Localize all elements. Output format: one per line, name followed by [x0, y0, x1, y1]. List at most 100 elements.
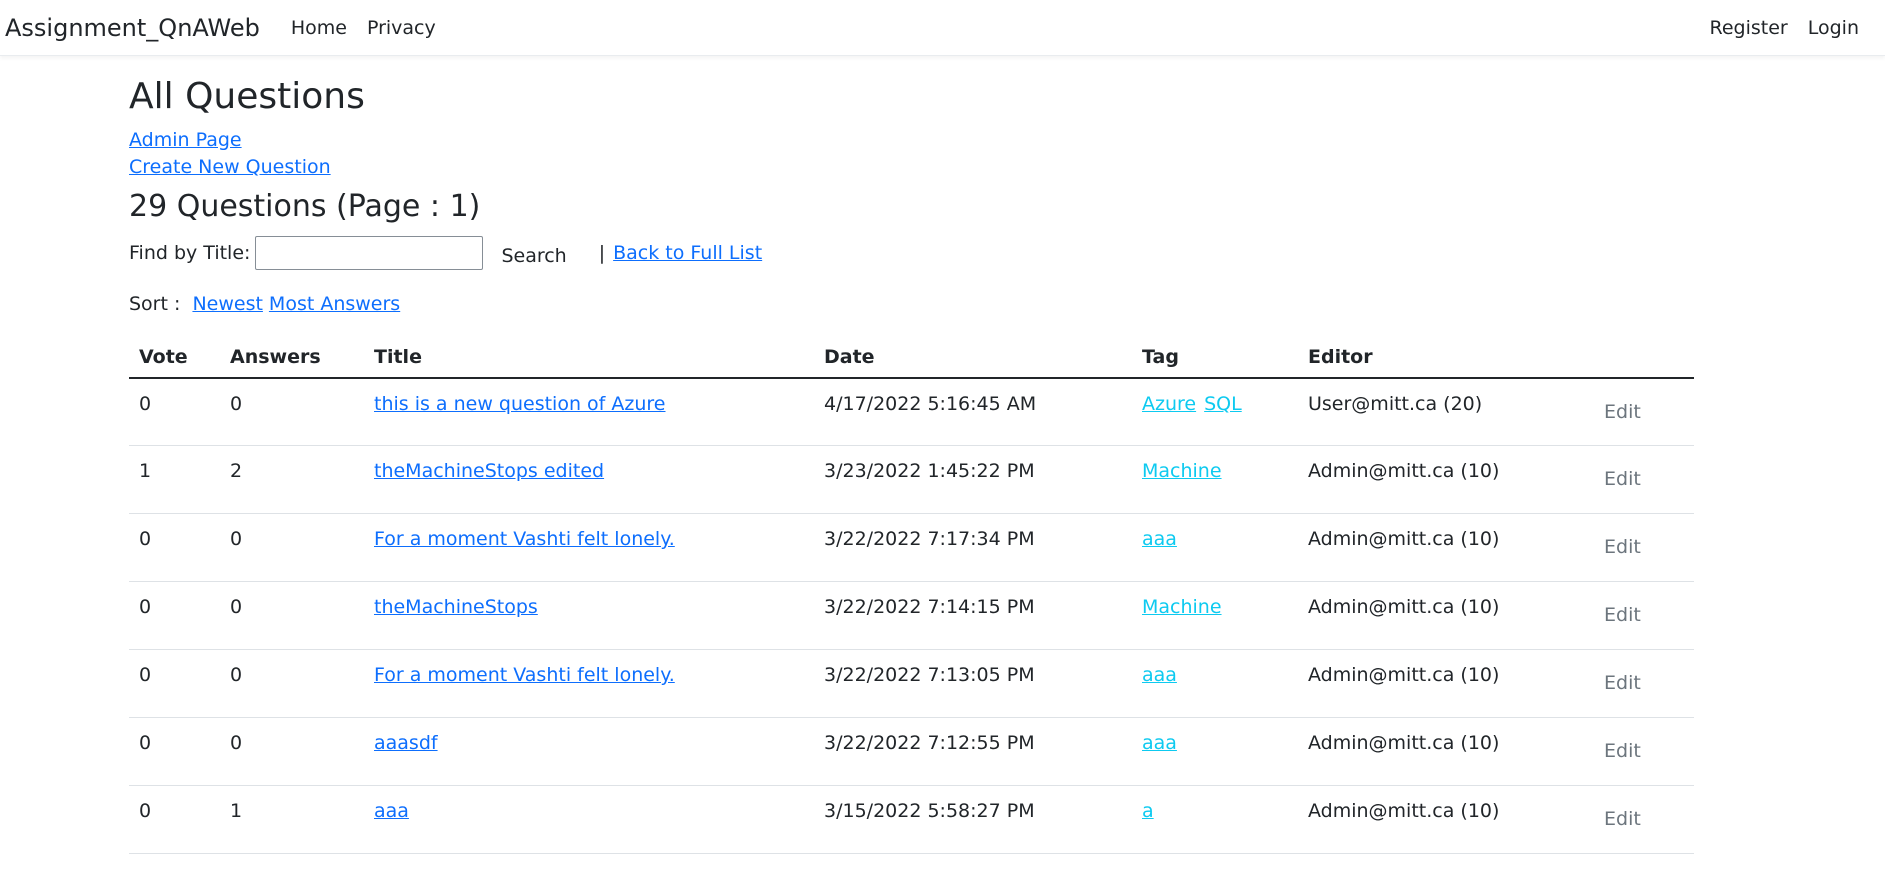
nav-right: Register Login: [1690, 17, 1860, 39]
table-row: 0 0 For a moment Vashti felt lonely. 3/22/2…: [129, 513, 1694, 583]
table-row: 0 0 this is a new question of Azure 4/17/20…: [129, 377, 1694, 447]
edit-link[interactable]: Edit: [1604, 740, 1641, 762]
tag-link[interactable]: aaa: [1142, 732, 1177, 754]
date-cell: 4/17/2022 5:16:45 AM: [814, 377, 1132, 447]
header-date[interactable]: Date: [814, 336, 1132, 379]
header-answers[interactable]: Answers: [220, 336, 364, 379]
edit-cell: Edit: [1594, 581, 1694, 651]
edit-link[interactable]: Edit: [1604, 468, 1641, 490]
header-actions: [1594, 336, 1694, 379]
brand-link[interactable]: Assignment_QnAWeb: [5, 14, 260, 42]
title-cell: this is a new question of Azure: [364, 377, 814, 447]
tag-cell: Machine: [1132, 581, 1298, 651]
nav-privacy-link[interactable]: Privacy: [367, 17, 436, 39]
top-navbar: Assignment_QnAWeb Home Privacy Register …: [0, 0, 1885, 56]
answers-cell: 0: [220, 717, 364, 787]
table-row: 0 0 theMachineStops 3/22/2022 7:14:15 PM Mac…: [129, 581, 1694, 651]
editor-cell: User@mitt.ca (20): [1298, 377, 1594, 447]
header-title[interactable]: Title: [364, 336, 814, 379]
question-title-link[interactable]: theMachineStops edited: [374, 460, 604, 482]
tag-cell: aaa: [1132, 717, 1298, 787]
editor-cell: Admin@mitt.ca (10): [1298, 649, 1594, 719]
date-cell: 3/22/2022 7:17:34 PM: [814, 513, 1132, 583]
answers-cell: 0: [220, 513, 364, 583]
create-question-link[interactable]: Create New Question: [129, 154, 1749, 181]
questions-table: Vote Answers Title Date Tag Editor 0 0 thi…: [129, 336, 1694, 855]
question-title-link[interactable]: For a moment Vashti felt lonely.: [374, 528, 675, 550]
answers-cell: 0: [220, 649, 364, 719]
question-title-link[interactable]: For a moment Vashti felt lonely.: [374, 664, 675, 686]
nav-left: Home Privacy: [291, 17, 456, 39]
table-row: 0 1 aaa 3/15/2022 5:58:27 PM a Admin@mitt.ca …: [129, 785, 1694, 855]
tag-link[interactable]: SQL: [1204, 393, 1242, 415]
title-cell: theMachineStops: [364, 581, 814, 651]
answers-cell: 0: [220, 377, 364, 447]
tag-cell: Machine: [1132, 445, 1298, 515]
nav-register-link[interactable]: Register: [1710, 17, 1788, 39]
edit-link[interactable]: Edit: [1604, 536, 1641, 558]
sort-label: Sort :: [129, 292, 181, 315]
vote-cell: 0: [129, 513, 220, 583]
tag-link[interactable]: aaa: [1142, 664, 1177, 686]
date-cell: 3/22/2022 7:14:15 PM: [814, 581, 1132, 651]
nav-login-link[interactable]: Login: [1808, 17, 1859, 39]
vote-cell: 0: [129, 785, 220, 855]
header-vote[interactable]: Vote: [129, 336, 220, 379]
tag-cell: aaa: [1132, 649, 1298, 719]
header-editor[interactable]: Editor: [1298, 336, 1594, 379]
tag-link[interactable]: Azure: [1142, 393, 1196, 415]
page-title: All Questions: [129, 76, 365, 117]
table-row: 0 0 aaasdf 3/22/2022 7:12:55 PM aaa Admin@mit…: [129, 717, 1694, 787]
search-input[interactable]: [255, 235, 484, 270]
tag-link[interactable]: Machine: [1142, 596, 1222, 618]
vote-cell: 0: [129, 717, 220, 787]
tag-link[interactable]: Machine: [1142, 460, 1222, 482]
title-cell: For a moment Vashti felt lonely.: [364, 513, 814, 583]
edit-cell: Edit: [1594, 513, 1694, 583]
answers-cell: 1: [220, 785, 364, 855]
sort-newest-link[interactable]: Newest: [192, 293, 262, 315]
question-title-link[interactable]: this is a new question of Azure: [374, 393, 666, 415]
search-form: Find by Title: Search | Back to Full Lis…: [129, 233, 1749, 273]
question-title-link[interactable]: theMachineStops: [374, 596, 538, 618]
edit-link[interactable]: Edit: [1604, 604, 1641, 626]
question-title-link[interactable]: aaasdf: [374, 732, 438, 754]
vote-cell: 0: [129, 377, 220, 447]
table-header-row: Vote Answers Title Date Tag Editor: [129, 336, 1694, 379]
answers-cell: 2: [220, 445, 364, 515]
date-cell: 3/23/2022 1:45:22 PM: [814, 445, 1132, 515]
nav-home-link[interactable]: Home: [291, 17, 347, 39]
question-title-link[interactable]: aaa: [374, 800, 409, 822]
vote-cell: 0: [129, 581, 220, 651]
date-cell: 3/15/2022 5:58:27 PM: [814, 785, 1132, 855]
date-cell: 3/22/2022 7:13:05 PM: [814, 649, 1132, 719]
edit-link[interactable]: Edit: [1604, 672, 1641, 694]
table-row: 1 2 theMachineStops edited 3/23/2022 1:45:2…: [129, 445, 1694, 515]
tag-cell: aaa: [1132, 513, 1298, 583]
search-button[interactable]: Search: [501, 245, 566, 267]
main-content: All Questions Admin Page Create New Ques…: [129, 55, 1749, 855]
header-tag[interactable]: Tag: [1132, 336, 1298, 379]
tag-link[interactable]: a: [1142, 800, 1154, 822]
title-cell: aaasdf: [364, 717, 814, 787]
sort-most-answers-link[interactable]: Most Answers: [269, 293, 400, 315]
tag-cell: Azure SQL: [1132, 377, 1298, 447]
admin-page-link[interactable]: Admin Page: [129, 127, 1749, 154]
edit-cell: Edit: [1594, 377, 1694, 447]
edit-cell: Edit: [1594, 785, 1694, 855]
date-cell: 3/22/2022 7:12:55 PM: [814, 717, 1132, 787]
title-cell: theMachineStops edited: [364, 445, 814, 515]
edit-link[interactable]: Edit: [1604, 401, 1641, 423]
editor-cell: Admin@mitt.ca (10): [1298, 717, 1594, 787]
vote-cell: 0: [129, 649, 220, 719]
edit-link[interactable]: Edit: [1604, 808, 1641, 830]
editor-cell: Admin@mitt.ca (10): [1298, 445, 1594, 515]
table-row: 0 0 For a moment Vashti felt lonely. 3/22/2…: [129, 649, 1694, 719]
sort-options: Sort : Newest Most Answers: [129, 293, 1749, 321]
edit-cell: Edit: [1594, 717, 1694, 787]
edit-cell: Edit: [1594, 649, 1694, 719]
back-to-full-list-link[interactable]: Back to Full List: [613, 242, 762, 264]
title-cell: aaa: [364, 785, 814, 855]
search-label: Find by Title:: [129, 241, 251, 264]
tag-link[interactable]: aaa: [1142, 528, 1177, 550]
